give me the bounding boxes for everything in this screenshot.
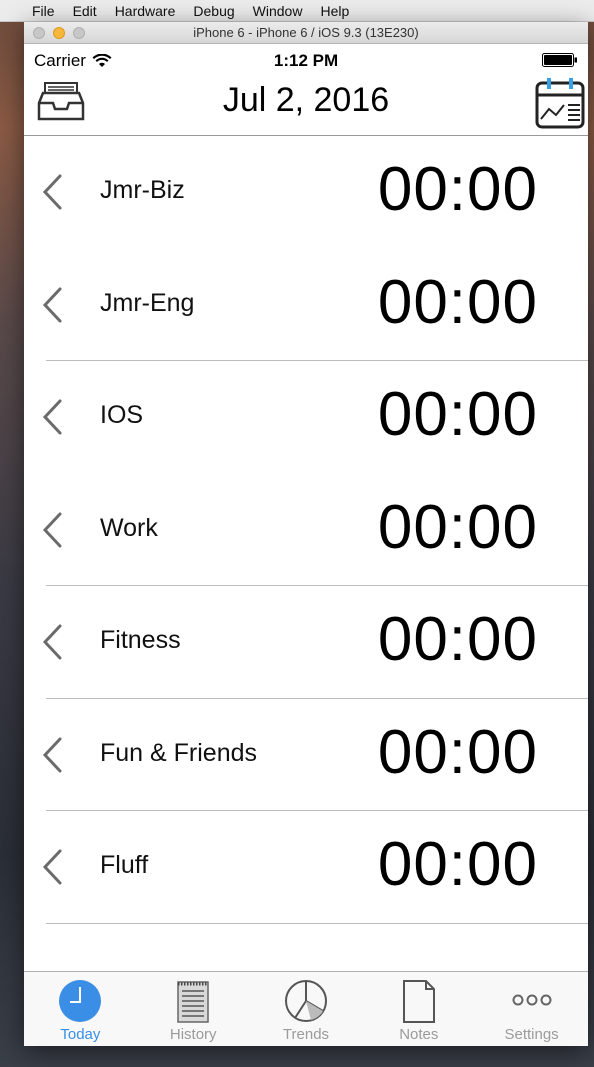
- pie-chart-icon: [284, 980, 327, 1022]
- mac-menubar: ​ File Edit Hardware Debug Window Help: [0, 0, 594, 22]
- chevron-left-icon[interactable]: [40, 173, 64, 211]
- more-icon: [512, 994, 552, 1006]
- menu-edit[interactable]: Edit: [73, 3, 97, 19]
- apple-menu-icon[interactable]: ​: [0, 3, 14, 19]
- list-item[interactable]: Jmr-Eng 00:00: [24, 249, 588, 362]
- close-window-button[interactable]: [33, 27, 45, 39]
- tab-today[interactable]: Today: [24, 972, 137, 1046]
- phone-screen: Carrier 1:12 PM Jul 2, 2016 Jmr-Biz 00:0…: [24, 45, 588, 1046]
- tab-trends-label: Trends: [282, 1026, 330, 1043]
- menu-debug[interactable]: Debug: [193, 3, 234, 19]
- calendar-chart-icon[interactable]: [534, 75, 586, 131]
- chevron-left-icon[interactable]: [40, 398, 64, 436]
- list-item[interactable]: Fun & Friends 00:00: [24, 699, 588, 812]
- chevron-left-icon[interactable]: [40, 848, 64, 886]
- simulator-window: iPhone 6 - iPhone 6 / iOS 9.3 (13E230) C…: [24, 22, 588, 1046]
- row-timer: 00:00: [377, 830, 538, 899]
- list-item[interactable]: Fitness 00:00: [24, 586, 588, 699]
- simulator-titlebar: iPhone 6 - iPhone 6 / iOS 9.3 (13E230): [24, 22, 588, 44]
- tab-trends[interactable]: Trends: [250, 972, 363, 1046]
- chevron-left-icon[interactable]: [40, 511, 64, 549]
- menu-window[interactable]: Window: [253, 3, 303, 19]
- page-title: Jul 2, 2016: [222, 81, 390, 119]
- document-icon: [402, 980, 435, 1023]
- status-bar: Carrier 1:12 PM: [24, 45, 588, 73]
- row-label: Fluff: [100, 851, 149, 879]
- row-timer: 00:00: [377, 267, 538, 337]
- menu-help[interactable]: Help: [320, 3, 349, 19]
- tab-notes-label: Notes: [399, 1026, 439, 1043]
- battery-icon: [542, 53, 577, 67]
- timer-list: Jmr-Biz 00:00 Jmr-Eng 00:00 IOS 00:00 Wo…: [24, 136, 588, 924]
- chevron-left-icon[interactable]: [40, 286, 64, 324]
- row-timer: 00:00: [377, 492, 538, 562]
- window-controls: [33, 27, 85, 39]
- row-timer: 00:00: [377, 380, 538, 449]
- tab-notes[interactable]: Notes: [362, 972, 475, 1046]
- tab-today-label: Today: [60, 1026, 101, 1043]
- status-time: 1:12 PM: [273, 51, 339, 70]
- clock-icon: [59, 980, 102, 1022]
- row-label: IOS: [100, 401, 144, 429]
- tab-settings[interactable]: Settings: [475, 972, 588, 1046]
- simulator-title: iPhone 6 - iPhone 6 / iOS 9.3 (13E230): [193, 25, 419, 40]
- row-label: Fitness: [100, 626, 181, 654]
- row-label: Jmr-Eng: [100, 288, 195, 317]
- tab-history[interactable]: History: [137, 972, 250, 1046]
- row-label: Work: [100, 513, 158, 542]
- row-label: Jmr-Biz: [100, 176, 185, 204]
- list-item[interactable]: Jmr-Biz 00:00: [24, 136, 588, 249]
- notepad-icon: [177, 981, 209, 1023]
- row-timer: 00:00: [377, 717, 538, 787]
- tab-history-label: History: [169, 1026, 217, 1043]
- list-item[interactable]: Work 00:00: [24, 474, 588, 587]
- chevron-left-icon[interactable]: [40, 736, 64, 774]
- list-item[interactable]: IOS 00:00: [24, 361, 588, 474]
- row-label: Fun & Friends: [100, 738, 258, 767]
- nav-bar: Jul 2, 2016: [24, 73, 588, 136]
- menu-hardware[interactable]: Hardware: [115, 3, 176, 19]
- tab-settings-label: Settings: [504, 1026, 559, 1043]
- row-timer: 00:00: [377, 605, 538, 674]
- list-item[interactable]: Fluff 00:00: [24, 811, 588, 924]
- menu-file[interactable]: File: [32, 3, 55, 19]
- zoom-window-button[interactable]: [73, 27, 85, 39]
- minimize-window-button[interactable]: [53, 27, 65, 39]
- row-timer: 00:00: [377, 155, 538, 224]
- tab-bar: Today History Trends Notes Settings: [24, 971, 588, 1046]
- chevron-left-icon[interactable]: [40, 623, 64, 661]
